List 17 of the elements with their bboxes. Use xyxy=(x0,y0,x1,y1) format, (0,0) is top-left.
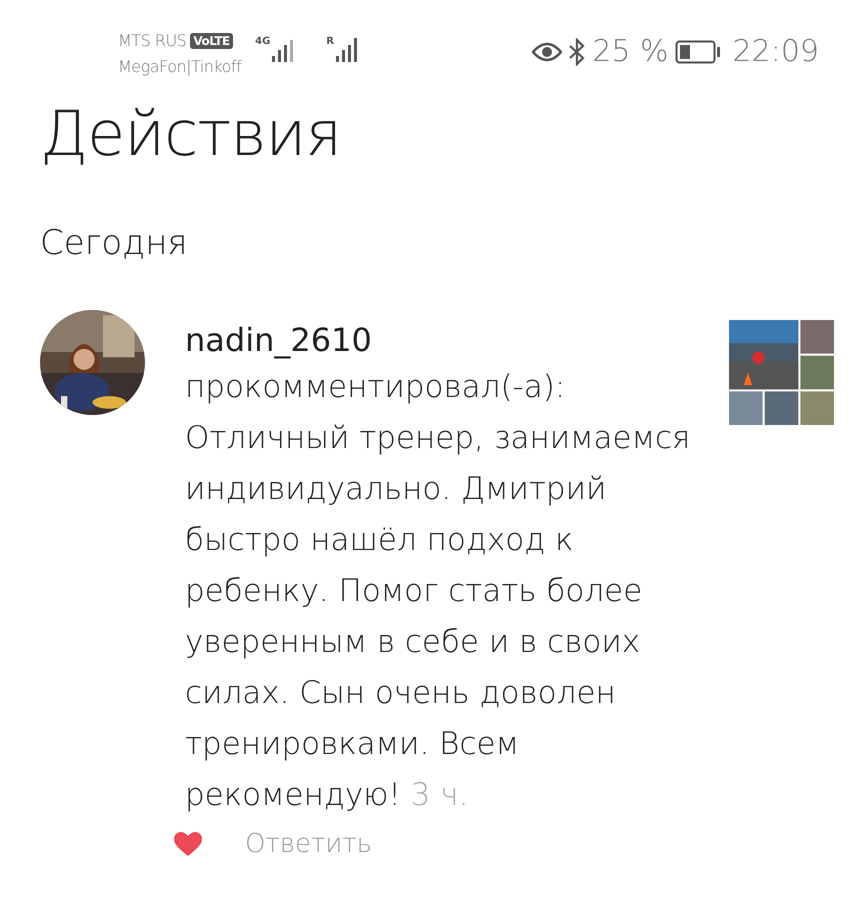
volte-badge: VoLTE xyxy=(190,33,233,49)
heart-icon[interactable] xyxy=(173,831,203,857)
page-title: Действия xyxy=(40,96,342,172)
network-label: R xyxy=(326,36,334,47)
network-label: 4G xyxy=(255,36,270,47)
battery-percent: 25 % xyxy=(592,34,669,69)
action-text: прокомментировал(-а): xyxy=(185,368,566,407)
signal-icon xyxy=(336,36,358,62)
carrier-name: MTS RUS xyxy=(118,30,186,52)
clock-time: 22:09 xyxy=(732,34,819,69)
carrier-name: MegaFon|Tinkoff xyxy=(118,56,242,78)
comment-text: Отличный тренер, занимаемся индивидуально. Дмитрий быстро нашёл подход к ребенку. Помог стать более уверенным в себе и в своих силах. Сын очень доволен тренировками. Всем рекомендую! 3 ч. xyxy=(185,419,692,815)
bluetooth-icon xyxy=(568,38,586,66)
section-heading: Сегодня xyxy=(40,222,189,265)
battery-icon xyxy=(674,40,721,64)
username[interactable]: nadin_2610 xyxy=(185,318,695,362)
eye-icon xyxy=(532,42,562,62)
